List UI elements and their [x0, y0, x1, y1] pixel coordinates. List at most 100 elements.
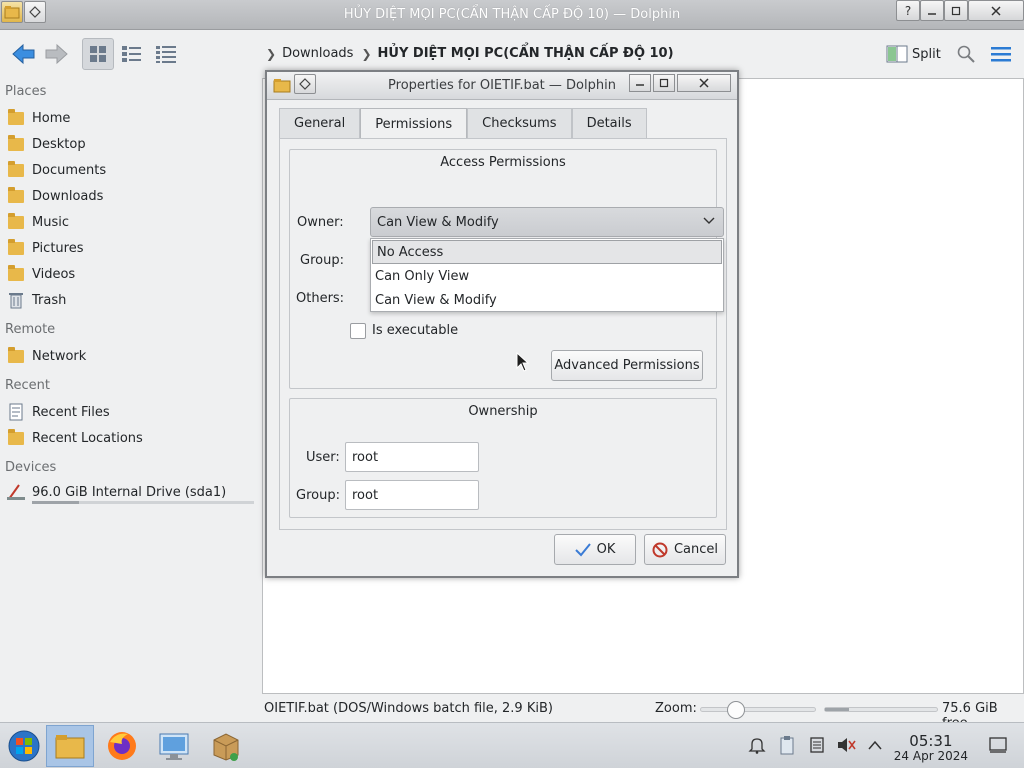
dialog-tabs: General Permissions Checksums Details	[279, 108, 647, 139]
option-can-view-modify[interactable]: Can View & Modify	[371, 288, 723, 312]
firefox-icon	[108, 732, 136, 760]
clock[interactable]: 05:31 24 Apr 2024	[894, 733, 968, 763]
cancel-button[interactable]: Cancel	[644, 534, 726, 565]
advanced-permissions-button[interactable]: Advanced Permissions	[551, 350, 703, 381]
back-button[interactable]	[8, 38, 40, 70]
notifications-tray-icon[interactable]	[747, 735, 767, 755]
breadcrumb-current-folder[interactable]: HỦY DIỆT MỌI PC(CẨN THẬN CẤP ĐỘ 10)	[378, 46, 674, 61]
volume-muted-icon	[838, 738, 856, 752]
minimize-icon	[636, 84, 644, 86]
compact-view-button[interactable]	[116, 38, 148, 70]
forward-button[interactable]	[40, 38, 72, 70]
properties-dialog: Properties for OIETIF.bat — Dolphin Gene…	[265, 70, 739, 578]
taskbar-dolphin[interactable]	[46, 725, 94, 767]
sidebar-item-internal-drive[interactable]: 96.0 GiB Internal Drive (sda1)	[6, 481, 226, 503]
zoom-slider-handle[interactable]	[726, 701, 745, 719]
sidebar-item-recent-files[interactable]: Recent Files	[6, 401, 110, 423]
dialog-close-button[interactable]	[677, 74, 731, 92]
sidebar-item-recent-locations[interactable]: Recent Locations	[6, 427, 143, 449]
sidebar-item-pictures[interactable]: Pictures	[6, 237, 83, 259]
breadcrumb: ❯ Downloads ❯ HỦY DIỆT MỌI PC(CẨN THẬN C…	[266, 46, 674, 61]
owner-label: Owner:	[297, 215, 344, 230]
tab-checksums[interactable]: Checksums	[467, 108, 572, 138]
sidebar-item-label: Music	[32, 214, 69, 230]
is-executable-checkbox[interactable]	[350, 323, 366, 339]
start-orb-icon	[8, 730, 40, 762]
sidebar-item-home[interactable]: Home	[6, 107, 70, 129]
permissions-panel: Access Permissions Owner: Can View & Mod…	[279, 138, 727, 530]
clipboard-tray-icon[interactable]	[777, 735, 797, 755]
drive-icon	[6, 483, 26, 501]
file-info-text: OIETIF.bat (DOS/Windows batch file, 2.9 …	[264, 701, 553, 716]
owner-permission-select[interactable]: Can View & Modify	[370, 207, 724, 237]
chevron-right-icon: ❯	[361, 46, 372, 61]
hamburger-menu-button[interactable]	[990, 44, 1012, 68]
icons-view-icon	[90, 46, 106, 62]
help-button[interactable]: ?	[896, 0, 920, 21]
search-button[interactable]	[956, 44, 976, 68]
option-no-access[interactable]: No Access	[372, 240, 722, 264]
group-field-value: root	[352, 487, 379, 503]
dialog-minimize-button[interactable]	[629, 74, 651, 92]
downloads-folder-icon	[6, 186, 26, 205]
taskbar-package-installer[interactable]	[202, 725, 250, 767]
cancel-icon	[652, 542, 668, 557]
icons-view-button[interactable]	[82, 38, 114, 70]
others-label: Others:	[296, 291, 345, 306]
details-view-icon	[156, 46, 176, 63]
user-field[interactable]: root	[345, 442, 479, 472]
owner-permission-value: Can View & Modify	[377, 214, 499, 230]
trash-icon	[6, 291, 26, 309]
zoom-slider[interactable]	[700, 701, 816, 719]
minimize-button[interactable]	[920, 0, 944, 21]
back-arrow-icon	[12, 43, 35, 65]
option-can-only-view[interactable]: Can Only View	[371, 264, 723, 288]
breadcrumb-downloads[interactable]: Downloads	[282, 46, 353, 61]
sidebar-item-label: Pictures	[32, 240, 84, 256]
group-field[interactable]: root	[345, 480, 479, 510]
chevron-right-icon: ❯	[266, 46, 277, 61]
clock-date: 24 Apr 2024	[893, 749, 968, 763]
window-titlebar[interactable]: HỦY DIỆT MỌI PC(CẨN THẬN CẤP ĐỘ 10) — Do…	[0, 0, 1024, 30]
sidebar-item-downloads[interactable]: Downloads	[6, 185, 103, 207]
sidebar-item-videos[interactable]: Videos	[6, 263, 75, 285]
sidebar-item-label: Trash	[32, 292, 67, 308]
dialog-titlebar[interactable]: Properties for OIETIF.bat — Dolphin	[267, 72, 737, 100]
remote-header: Remote	[5, 322, 56, 337]
dialog-maximize-button[interactable]	[653, 74, 675, 92]
tab-permissions[interactable]: Permissions	[360, 108, 468, 139]
sidebar-item-network[interactable]: Network	[6, 345, 86, 367]
recent-files-icon	[6, 403, 26, 421]
start-menu-button[interactable]	[0, 725, 48, 767]
sidebar-item-music[interactable]: Music	[6, 211, 69, 233]
show-desktop-button[interactable]	[988, 735, 1008, 755]
music-folder-icon	[6, 212, 26, 231]
sidebar-item-trash[interactable]: Trash	[6, 289, 66, 311]
split-button[interactable]: Split	[886, 42, 941, 66]
ownership-title: Ownership	[468, 404, 538, 419]
taskbar-system-settings[interactable]	[150, 725, 198, 767]
hamburger-menu-icon	[991, 47, 1011, 62]
window-title: HỦY DIỆT MỌI PC(CẨN THẬN CẤP ĐỘ 10) — Do…	[343, 7, 681, 22]
ok-label: OK	[596, 542, 616, 557]
device-tray-icon[interactable]	[807, 735, 827, 755]
status-bar: OIETIF.bat (DOS/Windows batch file, 2.9 …	[262, 698, 1024, 731]
is-executable-label[interactable]: Is executable	[372, 323, 458, 338]
recent-locations-icon	[6, 428, 26, 447]
close-button[interactable]	[968, 0, 1024, 21]
volume-tray-icon[interactable]	[836, 735, 856, 755]
home-folder-icon	[6, 108, 26, 127]
cursor-arrow-icon	[516, 351, 530, 372]
maximize-button[interactable]	[944, 0, 968, 21]
taskbar-firefox[interactable]	[98, 725, 146, 767]
videos-folder-icon	[6, 264, 26, 283]
tab-details[interactable]: Details	[571, 108, 647, 138]
forward-arrow-icon	[45, 43, 68, 65]
ok-button[interactable]: OK	[554, 534, 636, 565]
sidebar-item-desktop[interactable]: Desktop	[6, 133, 86, 155]
sidebar-item-documents[interactable]: Documents	[6, 159, 106, 181]
checkmark-icon	[574, 542, 591, 556]
details-view-button[interactable]	[150, 38, 182, 70]
expand-tray-button[interactable]	[865, 735, 885, 755]
tab-general[interactable]: General	[279, 108, 361, 138]
